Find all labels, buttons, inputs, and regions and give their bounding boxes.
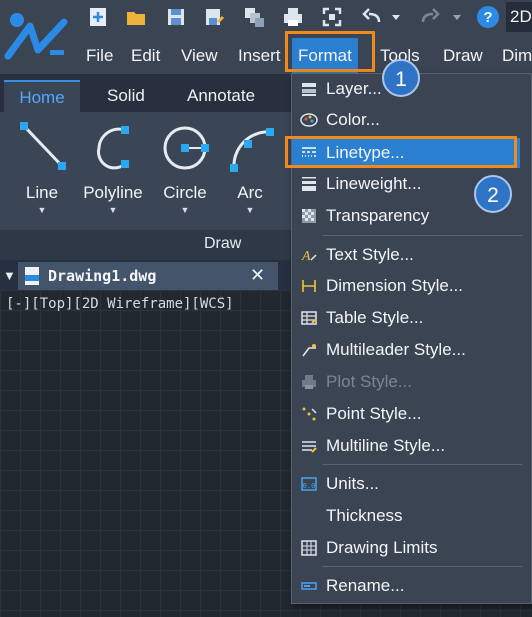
svg-text:0.0: 0.0 — [303, 482, 316, 490]
menu-item-color-label: Color... — [326, 110, 380, 129]
menu-item-transparency-label: Transparency — [326, 206, 430, 225]
menu-separator — [322, 235, 522, 236]
menu-draw[interactable]: Draw — [443, 38, 483, 74]
tab-annotate[interactable]: Annotate — [187, 80, 255, 112]
menu-item-table-style[interactable]: Table Style... — [292, 303, 520, 333]
svg-text:A: A — [301, 249, 311, 264]
dimension-style-icon — [296, 271, 322, 301]
menu-separator — [322, 566, 522, 567]
line-icon — [20, 122, 66, 170]
document-tab-title: Drawing1.dwg — [48, 267, 157, 285]
point-style-icon — [296, 399, 322, 429]
menu-item-layer-label: Layer... — [326, 79, 382, 98]
circle-icon — [163, 126, 209, 170]
undo-icon[interactable] — [360, 5, 384, 29]
step-2-badge: 2 — [474, 175, 512, 213]
menu-item-point-style-label: Point Style... — [326, 404, 422, 423]
arc-tool-button[interactable]: Arc ▼ — [215, 118, 285, 215]
redo-dropdown-icon[interactable] — [450, 5, 464, 29]
format-highlight-outline — [285, 31, 375, 72]
thickness-blank-icon — [296, 501, 322, 531]
save-icon[interactable] — [164, 5, 188, 29]
app-logo — [0, 0, 78, 74]
new-icon[interactable] — [86, 5, 110, 29]
draw-panel-title: Draw — [204, 235, 242, 252]
menu-item-point-style[interactable]: Point Style... — [292, 399, 520, 429]
menu-item-rename-label: Rename... — [326, 576, 405, 595]
help-icon[interactable]: ? — [476, 5, 500, 29]
arc-tool-label: Arc — [237, 183, 263, 202]
open-folder-icon[interactable] — [124, 5, 148, 29]
polyline-tool-label: Polyline — [83, 183, 143, 202]
tabs-menu-icon[interactable]: ▼ — [3, 268, 16, 283]
menu-item-units[interactable]: 0.0 Units... — [292, 469, 520, 499]
menu-view[interactable]: View — [181, 38, 218, 74]
menu-item-color[interactable]: Color... — [292, 105, 520, 135]
dwg-file-icon — [25, 267, 39, 285]
text-style-icon: A — [296, 240, 322, 270]
menu-item-thickness[interactable]: Thickness — [292, 501, 520, 531]
polyline-icon — [97, 126, 129, 170]
menu-edit[interactable]: Edit — [131, 38, 160, 74]
svg-text:?: ? — [483, 9, 492, 26]
polyline-dropdown-icon[interactable]: ▼ — [78, 205, 148, 215]
multiline-style-icon — [296, 431, 322, 461]
menu-item-drawing-limits-label: Drawing Limits — [326, 538, 438, 557]
circle-tool-button[interactable]: Circle ▼ — [150, 118, 220, 215]
polyline-tool-button[interactable]: Polyline ▼ — [78, 118, 148, 215]
line-tool-button[interactable]: Line ▼ — [7, 118, 77, 215]
linetype-highlight-outline — [285, 136, 517, 168]
print-icon[interactable] — [281, 5, 305, 29]
menu-insert[interactable]: Insert — [238, 38, 281, 74]
circle-dropdown-icon[interactable]: ▼ — [150, 205, 220, 215]
layer-icon — [296, 74, 322, 104]
menu-item-multileader-style-label: Multileader Style... — [326, 340, 466, 359]
fullscreen-icon[interactable] — [320, 5, 344, 29]
drawing-limits-icon — [296, 533, 322, 563]
circle-tool-label: Circle — [163, 183, 207, 202]
menu-item-multileader-style[interactable]: Multileader Style... — [292, 335, 520, 365]
viewport-controls-label[interactable]: [-][Top][2D Wireframe][WCS] — [6, 296, 234, 312]
arc-dropdown-icon[interactable]: ▼ — [215, 205, 285, 215]
menu-item-plot-style: Plot Style... — [292, 367, 520, 397]
layer-stack-icon[interactable] — [242, 5, 266, 29]
menu-separator — [322, 464, 522, 465]
document-tab[interactable]: Drawing1.dwg ✕ — [18, 262, 278, 290]
plot-style-icon — [296, 367, 322, 397]
close-tab-icon[interactable]: ✕ — [250, 265, 265, 286]
menu-dimension[interactable]: Dim — [502, 38, 532, 74]
workspace-switcher[interactable]: 2D — [506, 2, 532, 32]
menu-item-text-style[interactable]: A Text Style... — [292, 240, 520, 270]
transparency-icon — [296, 201, 322, 231]
lineweight-icon — [296, 169, 322, 199]
menu-item-dimension-style-label: Dimension Style... — [326, 276, 463, 295]
menu-item-plot-style-label: Plot Style... — [326, 372, 412, 391]
tab-home[interactable]: Home — [4, 80, 80, 114]
rename-icon — [296, 571, 322, 601]
arc-icon — [230, 128, 274, 172]
table-style-icon — [296, 303, 322, 333]
redo-icon[interactable] — [418, 5, 442, 29]
menu-item-drawing-limits[interactable]: Drawing Limits — [292, 533, 520, 563]
menu-item-lineweight-label: Lineweight... — [326, 174, 422, 193]
undo-dropdown-icon[interactable] — [389, 5, 403, 29]
save-as-icon[interactable] — [202, 5, 226, 29]
color-palette-icon — [296, 105, 322, 135]
units-icon: 0.0 — [296, 469, 322, 499]
menu-file[interactable]: File — [86, 38, 113, 74]
menu-item-thickness-label: Thickness — [326, 506, 403, 525]
menu-item-text-style-label: Text Style... — [326, 245, 414, 264]
line-dropdown-icon[interactable]: ▼ — [7, 205, 77, 215]
menu-item-multiline-style-label: Multiline Style... — [326, 436, 446, 455]
logo-icon — [4, 13, 68, 60]
menu-item-multiline-style[interactable]: Multiline Style... — [292, 431, 520, 461]
multileader-style-icon — [296, 335, 322, 365]
menu-item-units-label: Units... — [326, 474, 379, 493]
menu-item-dimension-style[interactable]: Dimension Style... — [292, 271, 520, 301]
menu-item-table-style-label: Table Style... — [326, 308, 424, 327]
menu-item-rename[interactable]: Rename... — [292, 571, 520, 601]
step-1-badge: 1 — [382, 59, 420, 97]
line-tool-label: Line — [25, 183, 59, 202]
tab-solid[interactable]: Solid — [107, 80, 145, 112]
